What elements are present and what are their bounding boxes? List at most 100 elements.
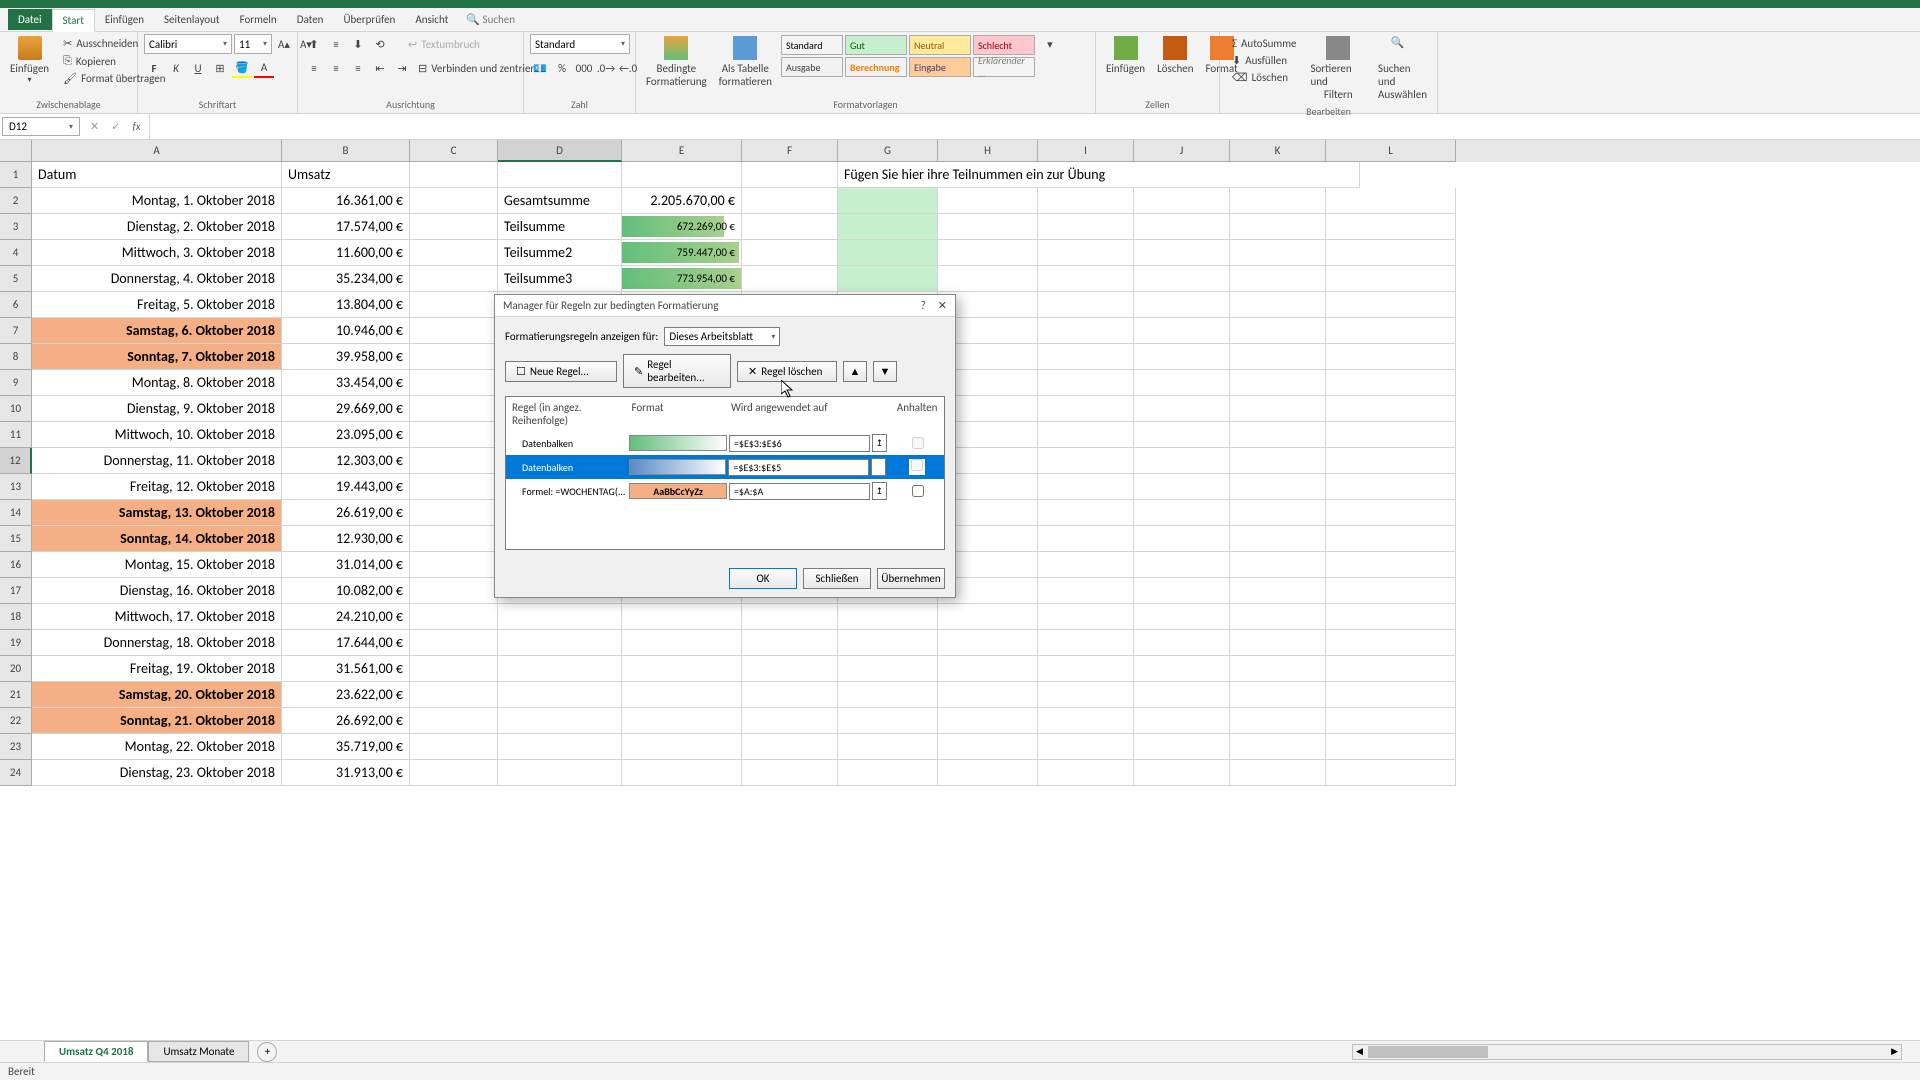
close-button[interactable]: Schließen — [803, 568, 871, 589]
cell-B13[interactable]: 19.443,00 € — [282, 474, 410, 500]
cell-D5[interactable]: Teilsumme3 — [498, 266, 622, 292]
cell[interactable] — [1326, 188, 1456, 214]
stop-if-true-checkbox[interactable] — [912, 485, 924, 497]
cell[interactable] — [410, 474, 498, 500]
menu-seitenlayout[interactable]: Seitenlayout — [154, 9, 230, 30]
cell-G21[interactable] — [838, 682, 938, 708]
cell-A19[interactable]: Donnerstag, 18. Oktober 2018 — [32, 630, 282, 656]
indent-inc-button[interactable]: ⇥ — [392, 58, 412, 78]
cell-D23[interactable] — [498, 734, 622, 760]
cell[interactable] — [1038, 708, 1134, 734]
cell[interactable] — [1134, 552, 1230, 578]
cell[interactable] — [1230, 214, 1326, 240]
row-header-14[interactable]: 14 — [0, 500, 32, 526]
cell[interactable] — [1134, 708, 1230, 734]
cell[interactable] — [1326, 734, 1456, 760]
cell[interactable] — [1326, 578, 1456, 604]
cell[interactable] — [1326, 370, 1456, 396]
cell[interactable] — [410, 162, 498, 188]
grid-area[interactable]: A B C D E F G H I J K L 1 Datum Umsatz F… — [0, 140, 1920, 1040]
cell[interactable] — [1134, 266, 1230, 292]
cell[interactable] — [410, 656, 498, 682]
conditional-formatting-button[interactable]: BedingteFormatierung — [642, 34, 711, 90]
cell[interactable] — [1038, 292, 1134, 318]
cell[interactable] — [1230, 370, 1326, 396]
cell[interactable] — [1038, 448, 1134, 474]
style-schlecht[interactable]: Schlecht — [973, 35, 1035, 55]
cell-G22[interactable] — [838, 708, 938, 734]
cell-B21[interactable]: 23.622,00 € — [282, 682, 410, 708]
cell-D21[interactable] — [498, 682, 622, 708]
cell[interactable] — [1134, 240, 1230, 266]
increase-decimal-button[interactable]: .0→ — [596, 58, 616, 78]
ok-button[interactable]: OK — [729, 568, 797, 589]
cell[interactable] — [1134, 292, 1230, 318]
row-header-12[interactable]: 12 — [0, 448, 32, 474]
cell[interactable] — [410, 448, 498, 474]
cell[interactable] — [1038, 214, 1134, 240]
col-header-J[interactable]: J — [1134, 140, 1230, 162]
cell[interactable] — [938, 604, 1038, 630]
cell-E22[interactable] — [622, 708, 742, 734]
cell[interactable] — [1038, 370, 1134, 396]
range-selector-icon[interactable]: ↥ — [872, 434, 888, 452]
cell[interactable] — [1134, 760, 1230, 786]
row-header-20[interactable]: 20 — [0, 656, 32, 682]
cell[interactable] — [410, 292, 498, 318]
cell[interactable] — [410, 396, 498, 422]
row-header-23[interactable]: 23 — [0, 734, 32, 760]
cell[interactable] — [1326, 604, 1456, 630]
cell-G3[interactable] — [838, 214, 938, 240]
wrap-text-button[interactable]: ↩Textumbruch — [404, 37, 484, 52]
enter-formula-icon[interactable]: ✓ — [111, 120, 120, 133]
menu-daten[interactable]: Daten — [287, 9, 334, 30]
cell[interactable] — [1230, 266, 1326, 292]
cell[interactable] — [1038, 474, 1134, 500]
close-icon[interactable]: ✕ — [938, 299, 947, 312]
cell-E18[interactable] — [622, 604, 742, 630]
cell-A6[interactable]: Freitag, 5. Oktober 2018 — [32, 292, 282, 318]
cell[interactable] — [1038, 318, 1134, 344]
cell-A8[interactable]: Sonntag, 7. Oktober 2018 — [32, 344, 282, 370]
cell-A23[interactable]: Montag, 22. Oktober 2018 — [32, 734, 282, 760]
cell[interactable] — [1326, 292, 1456, 318]
cell[interactable] — [1134, 500, 1230, 526]
cell[interactable] — [410, 240, 498, 266]
cell[interactable] — [1230, 708, 1326, 734]
rule-row-2[interactable]: Formel: =WOCHENTAG(... AaBbCcYyZz =$A:$A… — [506, 479, 944, 503]
cell-B18[interactable]: 24.210,00 € — [282, 604, 410, 630]
cell[interactable] — [1326, 422, 1456, 448]
col-header-E[interactable]: E — [622, 140, 742, 162]
cell-G23[interactable] — [838, 734, 938, 760]
cell[interactable] — [1326, 630, 1456, 656]
cell[interactable] — [410, 266, 498, 292]
cell-D22[interactable] — [498, 708, 622, 734]
cell[interactable] — [1230, 526, 1326, 552]
cell[interactable] — [938, 708, 1038, 734]
cell[interactable] — [1326, 682, 1456, 708]
style-ausgabe[interactable]: Ausgabe — [781, 57, 843, 77]
cell[interactable] — [1230, 396, 1326, 422]
format-as-table-button[interactable]: Als Tabelleformatieren — [715, 34, 776, 90]
sheet-tab-other[interactable]: Umsatz Monate — [148, 1041, 249, 1062]
cell[interactable] — [1230, 188, 1326, 214]
cell[interactable] — [1326, 344, 1456, 370]
cell[interactable] — [410, 552, 498, 578]
cell-A10[interactable]: Dienstag, 9. Oktober 2018 — [32, 396, 282, 422]
cell-E4[interactable]: 759.447,00 € — [622, 240, 742, 266]
style-standard[interactable]: Standard — [781, 35, 843, 55]
cell[interactable] — [1038, 188, 1134, 214]
cell-G1[interactable]: Fügen Sie hier ihre Teilnummen ein zur Ü… — [838, 162, 1360, 188]
cell[interactable] — [742, 682, 838, 708]
cell[interactable] — [1038, 526, 1134, 552]
align-right-button[interactable]: ≡ — [348, 58, 368, 78]
cell[interactable] — [1038, 240, 1134, 266]
align-top-button[interactable]: ⬆ — [304, 34, 324, 54]
cell[interactable] — [1326, 708, 1456, 734]
cell-A22[interactable]: Sonntag, 21. Oktober 2018 — [32, 708, 282, 734]
cell[interactable] — [1134, 188, 1230, 214]
cell[interactable] — [1230, 578, 1326, 604]
rule-apply-range[interactable]: =$E$3:$E$6 — [729, 435, 870, 452]
row-header-7[interactable]: 7 — [0, 318, 32, 344]
cell[interactable] — [1230, 656, 1326, 682]
